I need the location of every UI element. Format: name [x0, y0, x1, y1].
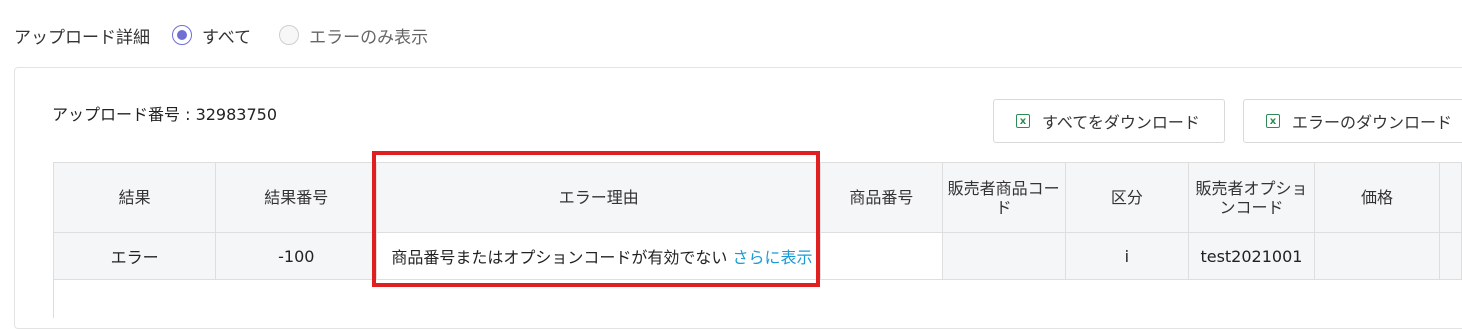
download-all-button[interactable]: x すべてをダウンロード — [993, 99, 1225, 143]
upload-number: アップロード番号 : 32983750 — [52, 105, 278, 124]
radio-errors-only[interactable]: エラーのみ表示 — [279, 23, 428, 48]
cell-error-reason: 商品番号またはオプションコードが有効でない さらに表示 — [376, 232, 822, 280]
filter-label: アップロード詳細 — [14, 27, 150, 48]
cell-seller-option-code: test2021001 — [1188, 232, 1315, 280]
col-header-price: 価格 — [1313, 162, 1441, 233]
col-header-result: 結果 — [52, 162, 217, 233]
excel-icon: x — [1016, 114, 1030, 128]
cell-seller-code — [941, 232, 1066, 280]
download-errors-label: エラーのダウンロード — [1292, 113, 1453, 132]
col-header-seller-option-code: 販売者オプションコード — [1188, 162, 1315, 233]
cell-result: エラー — [52, 232, 217, 280]
cell-extra — [1439, 232, 1462, 280]
cell-price — [1313, 232, 1441, 280]
error-reason-text: 商品番号またはオプションコードが有効でない — [391, 248, 728, 267]
table-header-row: 結果 結果番号 エラー理由 商品番号 販売者商品コード 区分 販売者オプションコ… — [52, 162, 1462, 233]
cell-product-no — [820, 232, 943, 280]
download-errors-button[interactable]: x エラーのダウンロード — [1243, 99, 1462, 143]
cell-category: i — [1064, 232, 1190, 280]
radio-unselected-icon[interactable] — [279, 25, 300, 45]
table-row: エラー -100 商品番号またはオプションコードが有効でない さらに表示 i t… — [52, 232, 1462, 280]
radio-all[interactable]: すべて — [172, 23, 251, 48]
cell-result-no: -100 — [215, 232, 378, 280]
col-header-product-no: 商品番号 — [820, 162, 943, 233]
table-empty-area — [53, 278, 1462, 318]
excel-icon: x — [1266, 114, 1280, 128]
col-header-result-no: 結果番号 — [215, 162, 378, 233]
radio-selected-icon[interactable] — [172, 25, 192, 45]
radio-errors-only-label: エラーのみ表示 — [309, 27, 429, 48]
col-header-extra — [1439, 162, 1462, 233]
col-header-seller-code: 販売者商品コード — [941, 162, 1066, 233]
show-more-link[interactable]: さらに表示 — [732, 248, 812, 267]
radio-all-label: すべて — [202, 27, 252, 48]
download-all-label: すべてをダウンロード — [1042, 113, 1200, 132]
col-header-category: 区分 — [1064, 162, 1190, 233]
upload-result-table: 結果 結果番号 エラー理由 商品番号 販売者商品コード 区分 販売者オプションコ… — [52, 162, 1462, 280]
col-header-error-reason: エラー理由 — [376, 162, 822, 233]
upload-detail-filter: アップロード詳細 すべて エラーのみ表示 — [14, 20, 456, 50]
